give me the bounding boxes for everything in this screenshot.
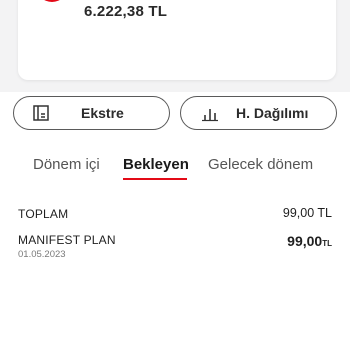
active-tab-indicator bbox=[123, 178, 187, 180]
transaction-date: 01.05.2023 bbox=[18, 249, 66, 260]
transaction-amount-value: 99,00 bbox=[287, 233, 323, 249]
balance-card[interactable]: 6.222,38 TL bbox=[18, 0, 336, 80]
tab-next-period[interactable]: Gelecek dönem bbox=[208, 156, 313, 173]
transaction-currency: TL bbox=[322, 239, 332, 248]
spending-distribution-button[interactable]: H. Dağılımı bbox=[180, 96, 337, 130]
bar-chart-icon bbox=[202, 109, 218, 122]
bank-logo-icon bbox=[34, 0, 74, 14]
balance-amount: 6.222,38 TL bbox=[84, 3, 168, 20]
statement-button[interactable]: Ekstre bbox=[13, 96, 170, 130]
tab-current-period[interactable]: Dönem içi bbox=[33, 156, 100, 173]
statement-label: Ekstre bbox=[81, 105, 124, 121]
total-label: TOPLAM bbox=[18, 207, 69, 221]
transaction-title: MANIFEST PLAN bbox=[18, 233, 116, 247]
spending-distribution-label: H. Dağılımı bbox=[236, 105, 309, 121]
tab-pending[interactable]: Bekleyen bbox=[123, 156, 189, 173]
period-tabs: Dönem içi Bekleyen Gelecek dönem bbox=[0, 150, 350, 180]
statement-icon bbox=[33, 105, 49, 121]
total-amount: 99,00 TL bbox=[282, 206, 332, 220]
transaction-amount: 99,00TL bbox=[287, 233, 332, 251]
balance-section: 6.222,38 TL bbox=[0, 0, 350, 92]
